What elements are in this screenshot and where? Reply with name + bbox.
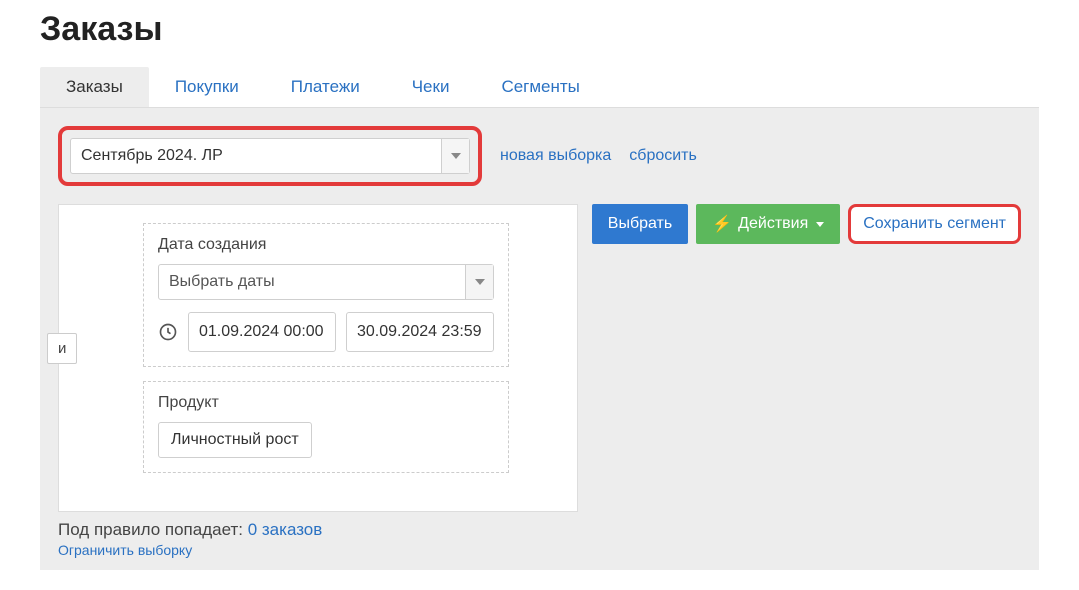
save-segment-button[interactable]: Сохранить сегмент (848, 204, 1021, 244)
rule-product-label: Продукт (158, 394, 494, 412)
segment-select[interactable]: Сентябрь 2024. ЛР (70, 138, 470, 174)
conjunction-badge: и (47, 333, 77, 364)
clock-icon (158, 322, 178, 342)
tab-purchases[interactable]: Покупки (149, 67, 265, 107)
tab-payments[interactable]: Платежи (265, 67, 386, 107)
segment-select-value: Сентябрь 2024. ЛР (71, 139, 441, 173)
new-selection-link[interactable]: новая выборка (500, 147, 611, 165)
product-value-tag[interactable]: Личностный рост (158, 422, 312, 458)
actions-menu-label: Действия (738, 215, 808, 233)
chevron-down-icon (465, 265, 493, 299)
select-button[interactable]: Выбрать (592, 204, 688, 244)
date-to-input[interactable]: 30.09.2024 23:59 (346, 312, 494, 352)
tabs-nav: Заказы Покупки Платежи Чеки Сегменты (40, 67, 1039, 108)
date-preset-value: Выбрать даты (159, 265, 465, 299)
rule-product: Продукт Личностный рост (143, 381, 509, 473)
summary-prefix: Под правило попадает: (58, 520, 248, 539)
reset-link[interactable]: сбросить (629, 147, 697, 165)
actions-menu-button[interactable]: ⚡ Действия (696, 204, 840, 244)
rules-panel: и Дата создания Выбрать даты (58, 204, 578, 512)
tab-segments[interactable]: Сегменты (475, 67, 605, 107)
limit-selection-link[interactable]: Ограничить выборку (58, 542, 192, 558)
segment-select-highlight: Сентябрь 2024. ЛР (58, 126, 482, 186)
date-from-input[interactable]: 01.09.2024 00:00 (188, 312, 336, 352)
chevron-down-icon (441, 139, 469, 173)
rule-date-created: Дата создания Выбрать даты 01.09.2024 00… (143, 223, 509, 367)
summary-count: 0 заказов (248, 520, 323, 539)
tab-orders[interactable]: Заказы (40, 67, 149, 107)
bolt-icon: ⚡ (712, 214, 732, 234)
caret-down-icon (816, 222, 824, 227)
date-preset-select[interactable]: Выбрать даты (158, 264, 494, 300)
tab-receipts[interactable]: Чеки (386, 67, 476, 107)
page-title: Заказы (40, 10, 1039, 49)
rule-date-label: Дата создания (158, 236, 494, 254)
summary-text: Под правило попадает: 0 заказов (58, 520, 1021, 540)
filter-panel: Сентябрь 2024. ЛР новая выборка сбросить… (40, 108, 1039, 570)
actions-column: Выбрать ⚡ Действия Сохранить сегмент (592, 204, 1021, 244)
